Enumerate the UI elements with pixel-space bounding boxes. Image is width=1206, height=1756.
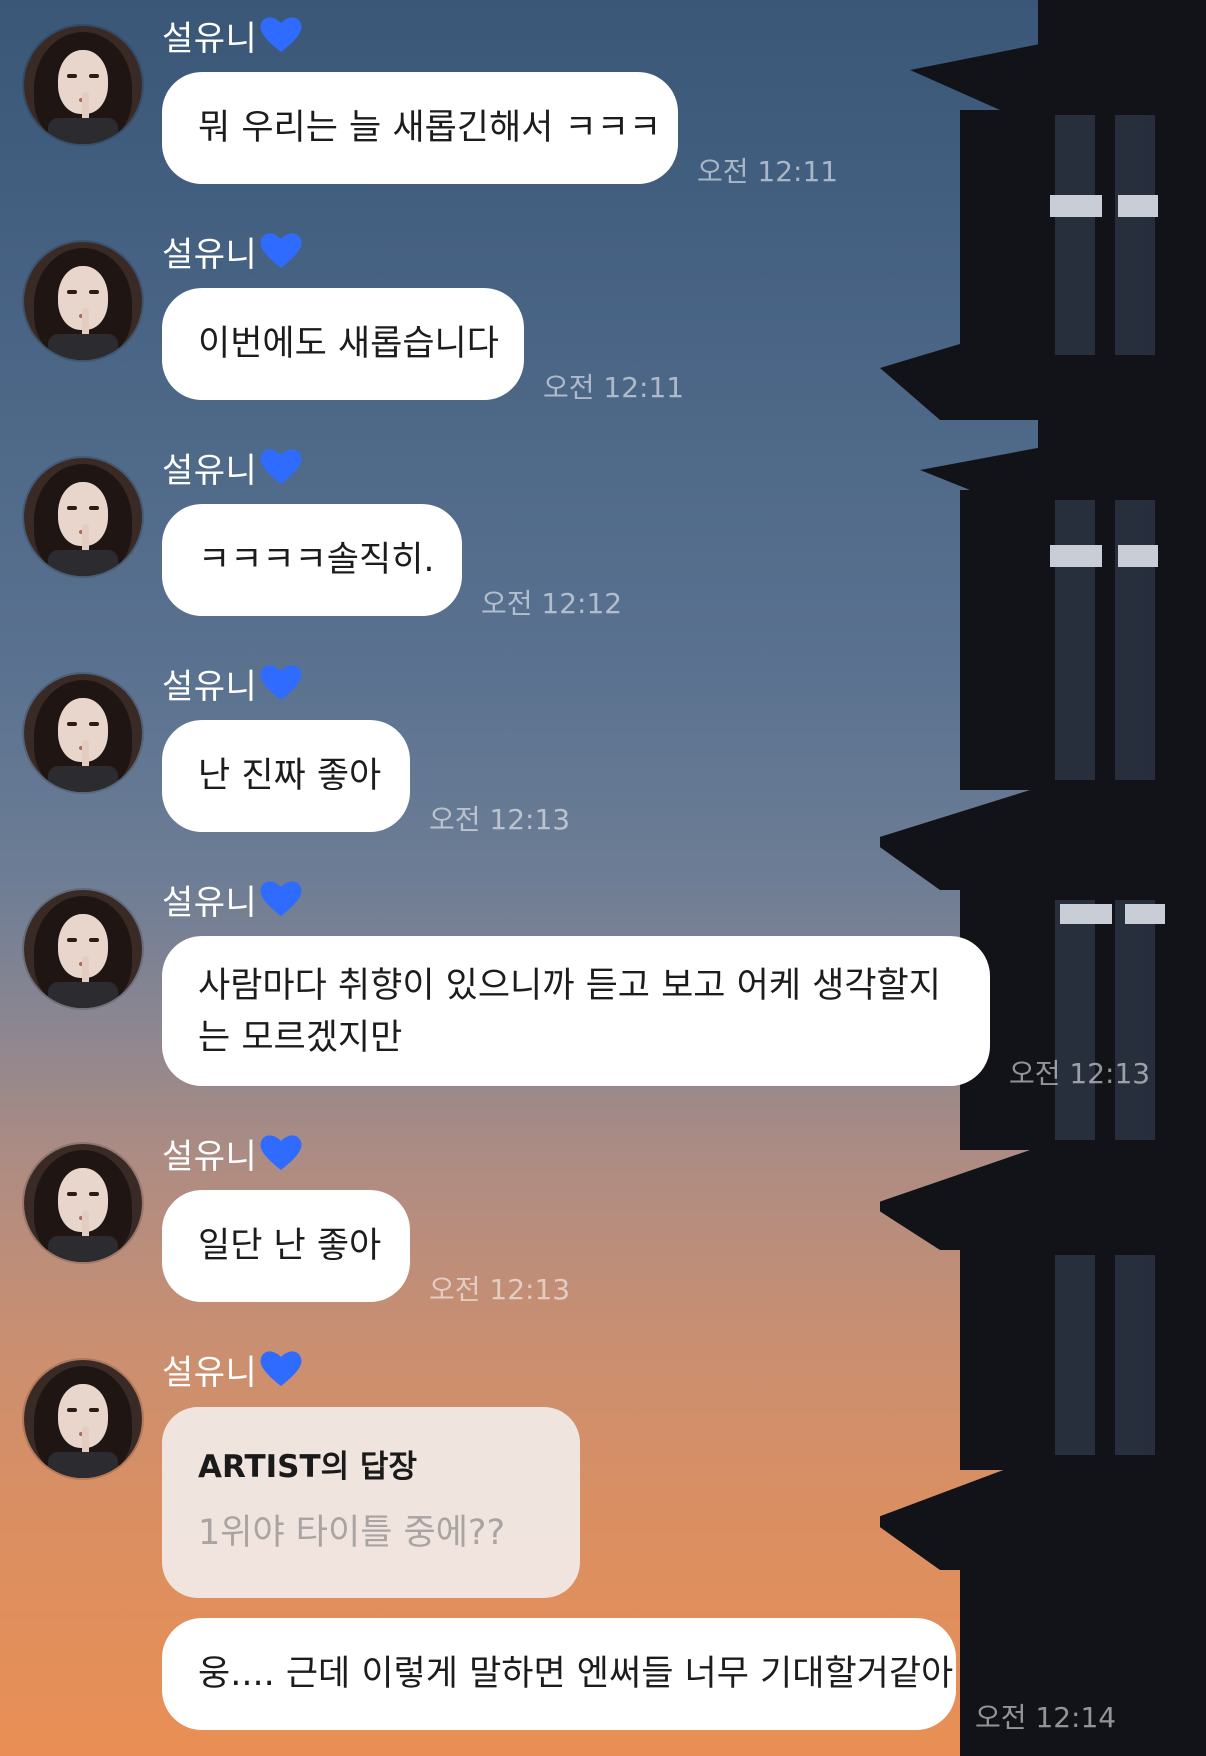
avatar[interactable] xyxy=(24,26,142,144)
avatar[interactable] xyxy=(24,674,142,792)
sender-name: 설유니 xyxy=(162,1348,303,1397)
message-bubble[interactable]: 이번에도 새롭습니다 xyxy=(162,288,524,400)
message-bubble[interactable]: 사람마다 취향이 있으니까 듣고 보고 어케 생각할지는 모르겠지만 xyxy=(162,936,990,1086)
message-time: 오전 12:13 xyxy=(429,1273,571,1306)
message-time: 오전 12:11 xyxy=(697,155,839,188)
blue-heart-icon xyxy=(259,1348,303,1397)
message-time: 오전 12:11 xyxy=(543,371,685,404)
sender-name: 설유니 xyxy=(162,230,303,279)
sender-name: 설유니 xyxy=(162,14,303,63)
blue-heart-icon xyxy=(259,446,303,495)
avatar[interactable] xyxy=(24,890,142,1008)
reply-quoted-text: 1위야 타이틀 중에?? xyxy=(198,1513,506,1553)
message-bubble[interactable]: 일단 난 좋아 xyxy=(162,1190,410,1302)
reply-quote[interactable]: ARTIST의 답장 1위야 타이틀 중에?? xyxy=(162,1407,580,1598)
message-bubble[interactable]: 난 진짜 좋아 xyxy=(162,720,410,832)
avatar[interactable] xyxy=(24,1144,142,1262)
message-time: 오전 12:13 xyxy=(1009,1057,1151,1090)
message-time: 오전 12:13 xyxy=(429,803,571,836)
avatar[interactable] xyxy=(24,1360,142,1478)
avatar[interactable] xyxy=(24,458,142,576)
message-bubble[interactable]: 뭐 우리는 늘 새롭긴해서 ㅋㅋㅋ xyxy=(162,72,678,184)
sender-name: 설유니 xyxy=(162,878,303,927)
message-bubble[interactable]: ㅋㅋㅋㅋ솔직히. xyxy=(162,504,462,616)
sender-name: 설유니 xyxy=(162,662,303,711)
sender-name: 설유니 xyxy=(162,1132,303,1181)
message-time: 오전 12:12 xyxy=(481,587,623,620)
sender-name: 설유니 xyxy=(162,446,303,495)
blue-heart-icon xyxy=(259,878,303,927)
avatar[interactable] xyxy=(24,242,142,360)
blue-heart-icon xyxy=(259,230,303,279)
blue-heart-icon xyxy=(259,662,303,711)
blue-heart-icon xyxy=(259,14,303,63)
pagoda-silhouette xyxy=(880,0,1206,1756)
message-bubble[interactable]: 웅.... 근데 이렇게 말하면 엔써들 너무 기대할거같아 xyxy=(162,1618,956,1730)
reply-title: ARTIST의 답장 xyxy=(198,1449,417,1485)
blue-heart-icon xyxy=(259,1132,303,1181)
message-time: 오전 12:14 xyxy=(975,1701,1117,1734)
